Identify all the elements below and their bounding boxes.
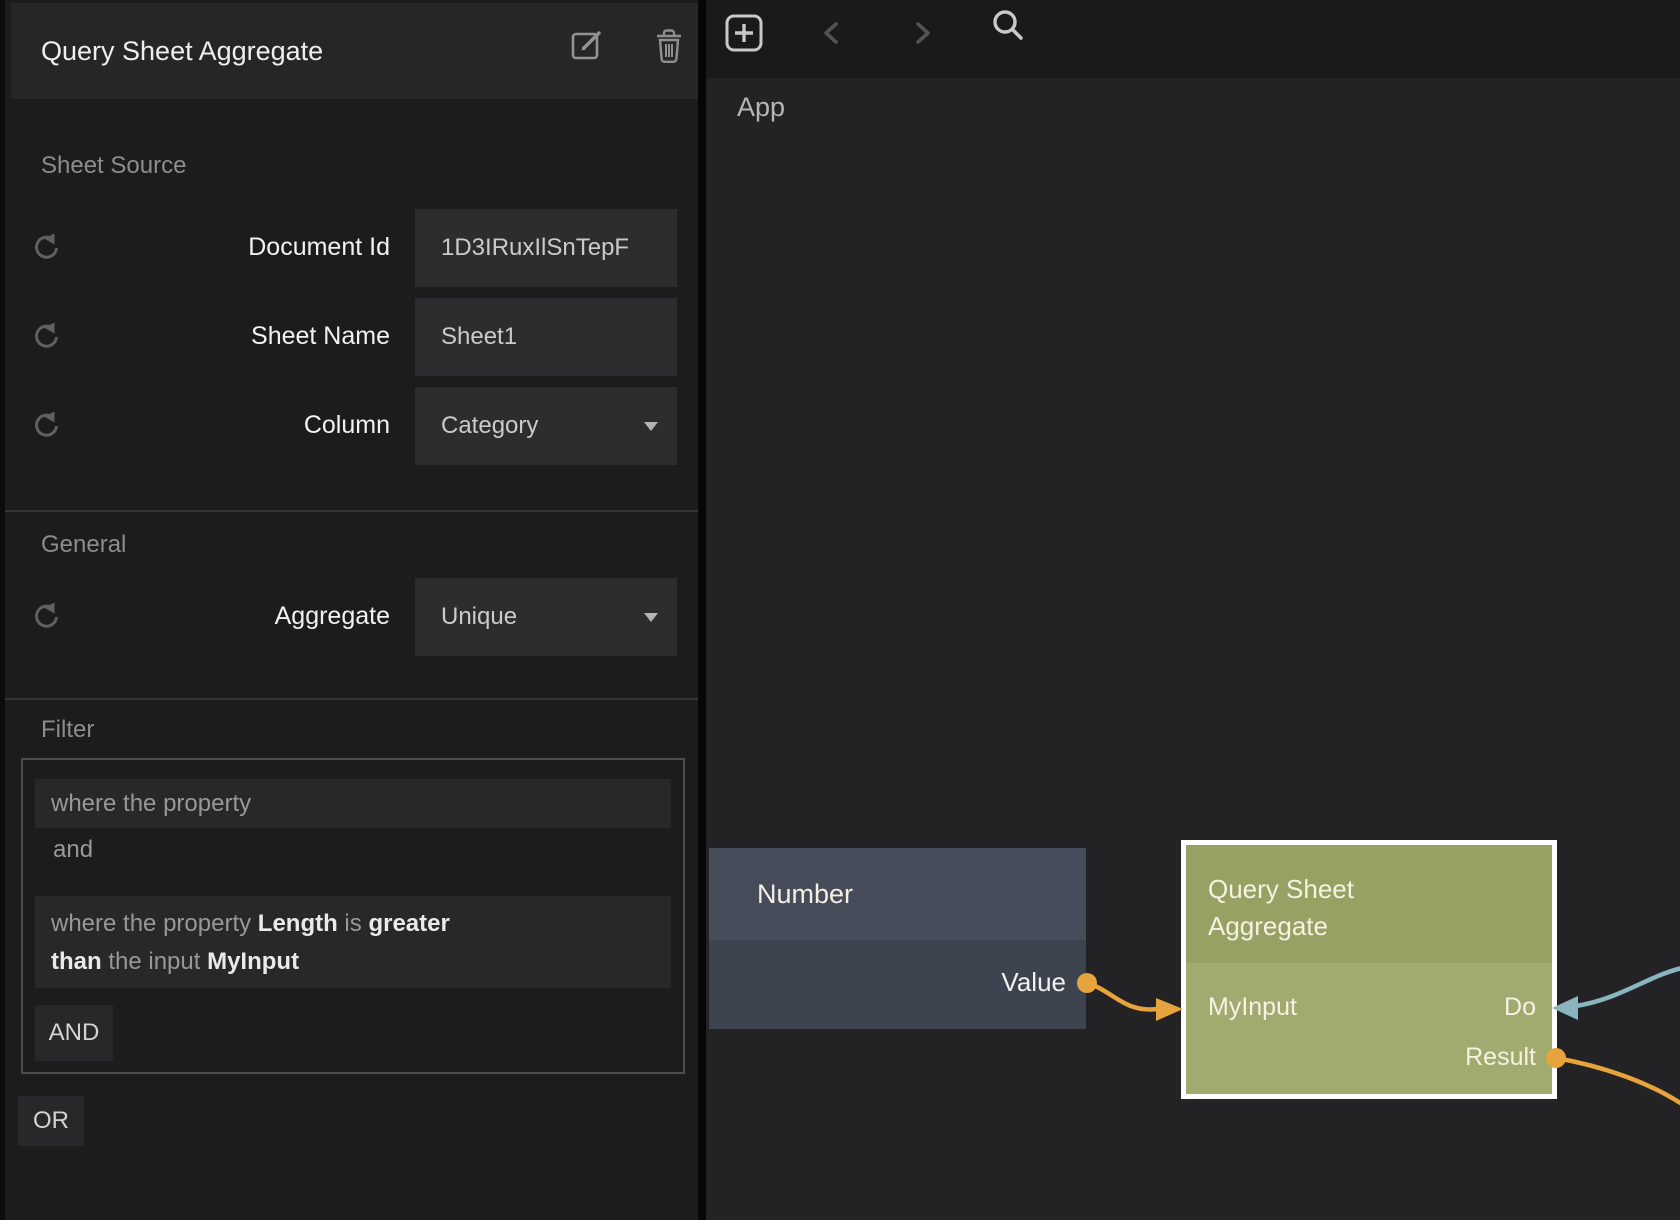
field-label-document-id: Document Id bbox=[65, 233, 390, 262]
condition-property: Length bbox=[258, 910, 338, 937]
trash-icon[interactable] bbox=[652, 26, 686, 66]
edit-icon[interactable] bbox=[570, 26, 606, 62]
node-query-sheet-aggregate[interactable]: Query Sheet Aggregate MyInput Do Result bbox=[1181, 840, 1557, 1099]
node-header: Number bbox=[709, 848, 1086, 940]
document-id-input[interactable]: 1D3IRuxIlSnTepF bbox=[415, 209, 677, 287]
reset-icon[interactable] bbox=[29, 409, 63, 443]
node-header: Query Sheet Aggregate bbox=[1186, 845, 1552, 963]
condition-text: where the property bbox=[51, 910, 258, 937]
section-sheet-source: Sheet Source bbox=[41, 152, 186, 180]
property-panel: Query Sheet Aggregate Sheet Source Docum… bbox=[0, 0, 698, 1220]
port-row: Result bbox=[1208, 1043, 1536, 1072]
port-row: MyInput Do bbox=[1208, 993, 1536, 1022]
reset-icon[interactable] bbox=[29, 600, 63, 634]
condition-operator: greater bbox=[368, 910, 449, 937]
sheet-name-input[interactable]: Sheet1 bbox=[415, 298, 677, 376]
field-label-column: Column bbox=[65, 411, 390, 440]
panel-canvas-divider[interactable] bbox=[698, 0, 706, 1220]
panel-header: Query Sheet Aggregate bbox=[11, 3, 703, 99]
section-divider bbox=[5, 698, 703, 700]
filter-condition[interactable]: where the property Length is greater tha… bbox=[35, 896, 671, 988]
node-body: Value bbox=[709, 940, 1086, 1029]
filter-condition[interactable]: where the property bbox=[35, 779, 671, 828]
back-icon[interactable] bbox=[820, 19, 844, 47]
sheet-name-value: Sheet1 bbox=[441, 323, 517, 350]
chevron-down-icon bbox=[643, 612, 659, 623]
and-button[interactable]: AND bbox=[35, 1005, 113, 1061]
condition-text: is bbox=[338, 910, 369, 937]
condition-operator: than bbox=[51, 948, 102, 975]
section-filter: Filter bbox=[41, 716, 94, 744]
port-label-do: Do bbox=[1504, 993, 1536, 1022]
port-label-value: Value bbox=[1001, 967, 1066, 998]
chevron-down-icon bbox=[643, 421, 659, 432]
forward-icon[interactable] bbox=[910, 19, 934, 47]
field-label-aggregate: Aggregate bbox=[65, 602, 390, 631]
document-id-value: 1D3IRuxIlSnTepF bbox=[441, 234, 629, 261]
column-value: Category bbox=[441, 412, 538, 439]
add-node-icon[interactable] bbox=[724, 13, 764, 53]
condition-line-1: where the property Length is greater bbox=[51, 905, 655, 943]
section-general: General bbox=[41, 531, 126, 559]
search-icon[interactable] bbox=[988, 7, 1030, 49]
aggregate-value: Unique bbox=[441, 603, 517, 630]
aggregate-dropdown[interactable]: Unique bbox=[415, 578, 677, 656]
node-body: MyInput Do Result bbox=[1186, 963, 1552, 1094]
section-divider bbox=[5, 510, 703, 512]
or-button[interactable]: OR bbox=[18, 1096, 84, 1146]
port-label-result: Result bbox=[1465, 1043, 1536, 1072]
condition-text: the input bbox=[102, 948, 207, 975]
node-number[interactable]: Number Value bbox=[709, 848, 1086, 1029]
node-title: Number bbox=[709, 848, 1086, 940]
port-label-myinput: MyInput bbox=[1208, 993, 1297, 1022]
field-label-sheet-name: Sheet Name bbox=[65, 322, 390, 351]
filter-group: where the property and where the propert… bbox=[21, 758, 685, 1074]
reset-icon[interactable] bbox=[29, 231, 63, 265]
condition-line-2: than the input MyInput bbox=[51, 943, 655, 981]
canvas-toolbar bbox=[706, 0, 1680, 78]
column-dropdown[interactable]: Category bbox=[415, 387, 677, 465]
reset-icon[interactable] bbox=[29, 320, 63, 354]
condition-input: MyInput bbox=[207, 948, 299, 975]
filter-connector: and bbox=[53, 836, 93, 864]
breadcrumb[interactable]: App bbox=[737, 92, 785, 123]
panel-title: Query Sheet Aggregate bbox=[41, 3, 323, 99]
node-canvas[interactable]: App Number Value Query Sheet Aggregate M… bbox=[706, 0, 1680, 1220]
node-title: Query Sheet Aggregate bbox=[1186, 845, 1416, 945]
